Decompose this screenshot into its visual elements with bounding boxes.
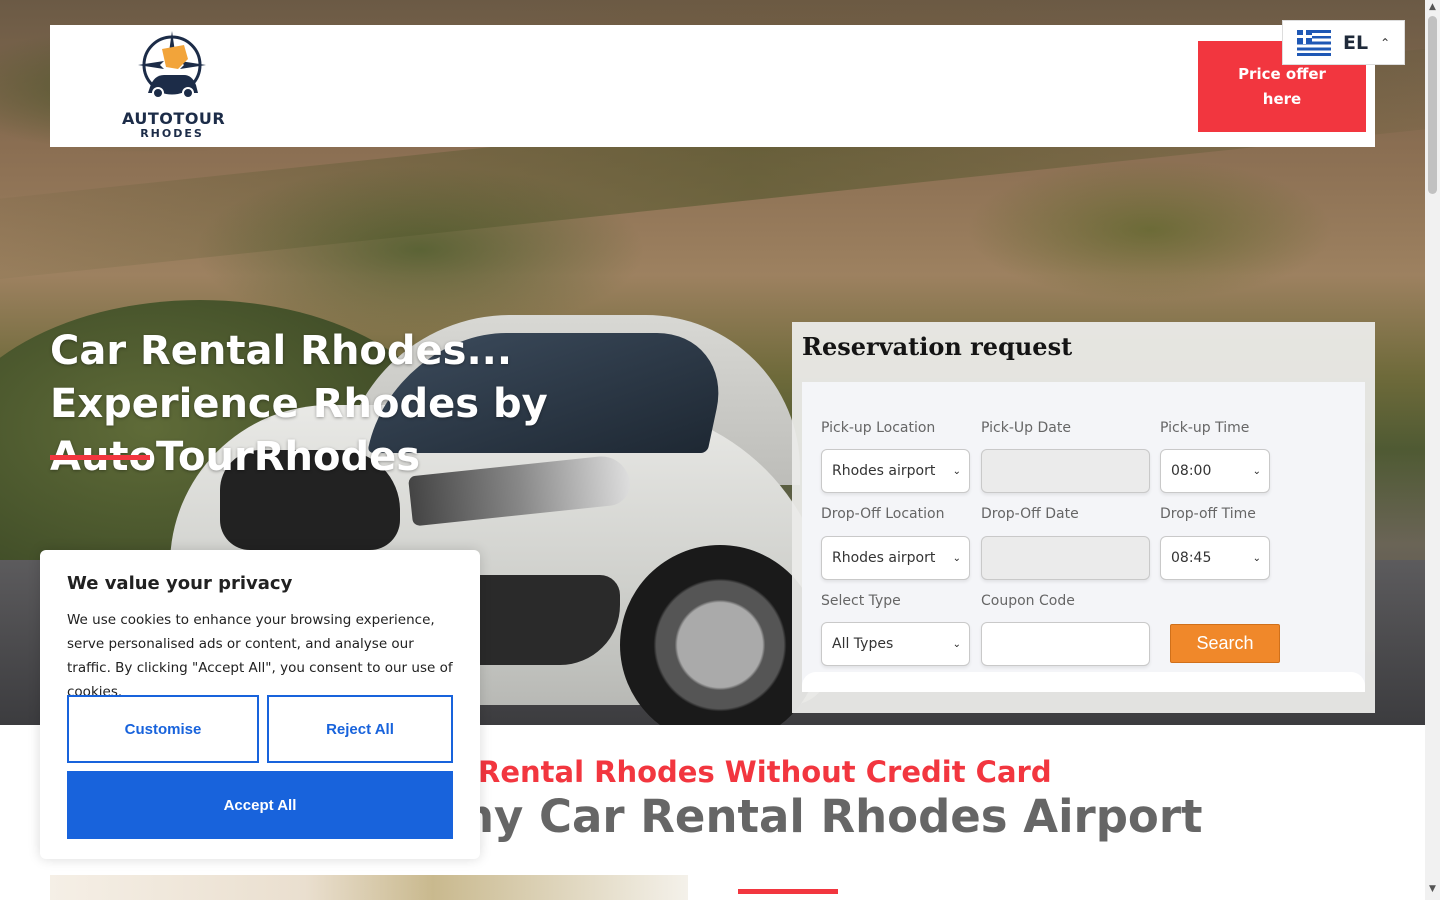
- pickup-time-value: 08:00: [1171, 463, 1212, 479]
- chevron-up-icon: ⌃: [1380, 35, 1391, 50]
- select-caret-icon: ⌄: [1252, 552, 1261, 564]
- language-switcher[interactable]: EL ⌃: [1282, 20, 1405, 65]
- compass-car-logo-icon: [138, 31, 206, 99]
- reservation-form: Pick-up Location Pick-Up Date Pick-up Ti…: [802, 382, 1365, 692]
- reservation-title: Reservation request: [802, 332, 1073, 361]
- scroll-down-arrow-icon[interactable]: ▼: [1425, 884, 1440, 898]
- dropoff-time-select[interactable]: 08:45 ⌄: [1160, 536, 1270, 580]
- coupon-code-label: Coupon Code: [981, 593, 1075, 609]
- hero-title: Car Rental Rhodes... Experience Rhodes b…: [50, 328, 548, 480]
- form-footer: [802, 672, 1365, 692]
- logo-text-main: AUTOTOUR: [122, 109, 226, 128]
- scroll-up-arrow-icon[interactable]: ▲: [1425, 2, 1440, 16]
- select-caret-icon: ⌄: [952, 465, 961, 477]
- cookie-consent-banner: We value your privacy We use cookies to …: [40, 550, 480, 859]
- pickup-time-label: Pick-up Time: [1160, 420, 1250, 436]
- hero-accent-line: [50, 455, 150, 460]
- page-scrollbar[interactable]: ▲ ▼: [1425, 0, 1440, 900]
- select-caret-icon: ⌄: [1252, 465, 1261, 477]
- pickup-location-label: Pick-up Location: [821, 420, 936, 436]
- scrollbar-thumb[interactable]: [1428, 16, 1437, 194]
- customise-button[interactable]: Customise: [67, 695, 259, 763]
- greece-flag-icon: [1297, 29, 1331, 56]
- accept-all-button[interactable]: Accept All: [67, 771, 453, 839]
- language-code: EL: [1343, 31, 1369, 54]
- type-select[interactable]: All Types ⌄: [821, 622, 970, 666]
- dropoff-time-value: 08:45: [1171, 550, 1212, 566]
- coupon-code-input[interactable]: [981, 622, 1150, 666]
- dropoff-date-input[interactable]: [981, 536, 1150, 580]
- search-button[interactable]: Search: [1170, 624, 1280, 663]
- site-header: AUTOTOUR RHODES Price offer here: [50, 25, 1375, 147]
- cookie-text: We use cookies to enhance your browsing …: [67, 612, 453, 700]
- section-accent-line: [738, 889, 838, 894]
- reject-all-button[interactable]: Reject All: [267, 695, 453, 763]
- type-value: All Types: [832, 636, 894, 652]
- cookie-title: We value your privacy: [67, 573, 293, 594]
- dropoff-time-label: Drop-off Time: [1160, 506, 1256, 522]
- pickup-location-select[interactable]: Rhodes airport ⌄: [821, 449, 970, 493]
- pickup-location-value: Rhodes airport: [832, 463, 936, 479]
- reservation-panel: Reservation request Pick-up Location Pic…: [792, 322, 1375, 713]
- select-caret-icon: ⌄: [952, 552, 961, 564]
- dropoff-location-select[interactable]: Rhodes airport ⌄: [821, 536, 970, 580]
- pickup-time-select[interactable]: 08:00 ⌄: [1160, 449, 1270, 493]
- logo-text-sub: RHODES: [140, 127, 204, 140]
- section-photo: [50, 875, 688, 900]
- select-type-label: Select Type: [821, 593, 901, 609]
- section-title: ny Car Rental Rhodes Airport: [462, 790, 1203, 843]
- section-subtitle: Rental Rhodes Without Credit Card: [478, 755, 1052, 789]
- site-logo[interactable]: AUTOTOUR RHODES: [122, 29, 226, 141]
- dropoff-location-value: Rhodes airport: [832, 550, 936, 566]
- dropoff-location-label: Drop-Off Location: [821, 506, 945, 522]
- pickup-date-label: Pick-Up Date: [981, 420, 1071, 436]
- pickup-date-input[interactable]: [981, 449, 1150, 493]
- dropoff-date-label: Drop-Off Date: [981, 506, 1079, 522]
- select-caret-icon: ⌄: [952, 638, 961, 650]
